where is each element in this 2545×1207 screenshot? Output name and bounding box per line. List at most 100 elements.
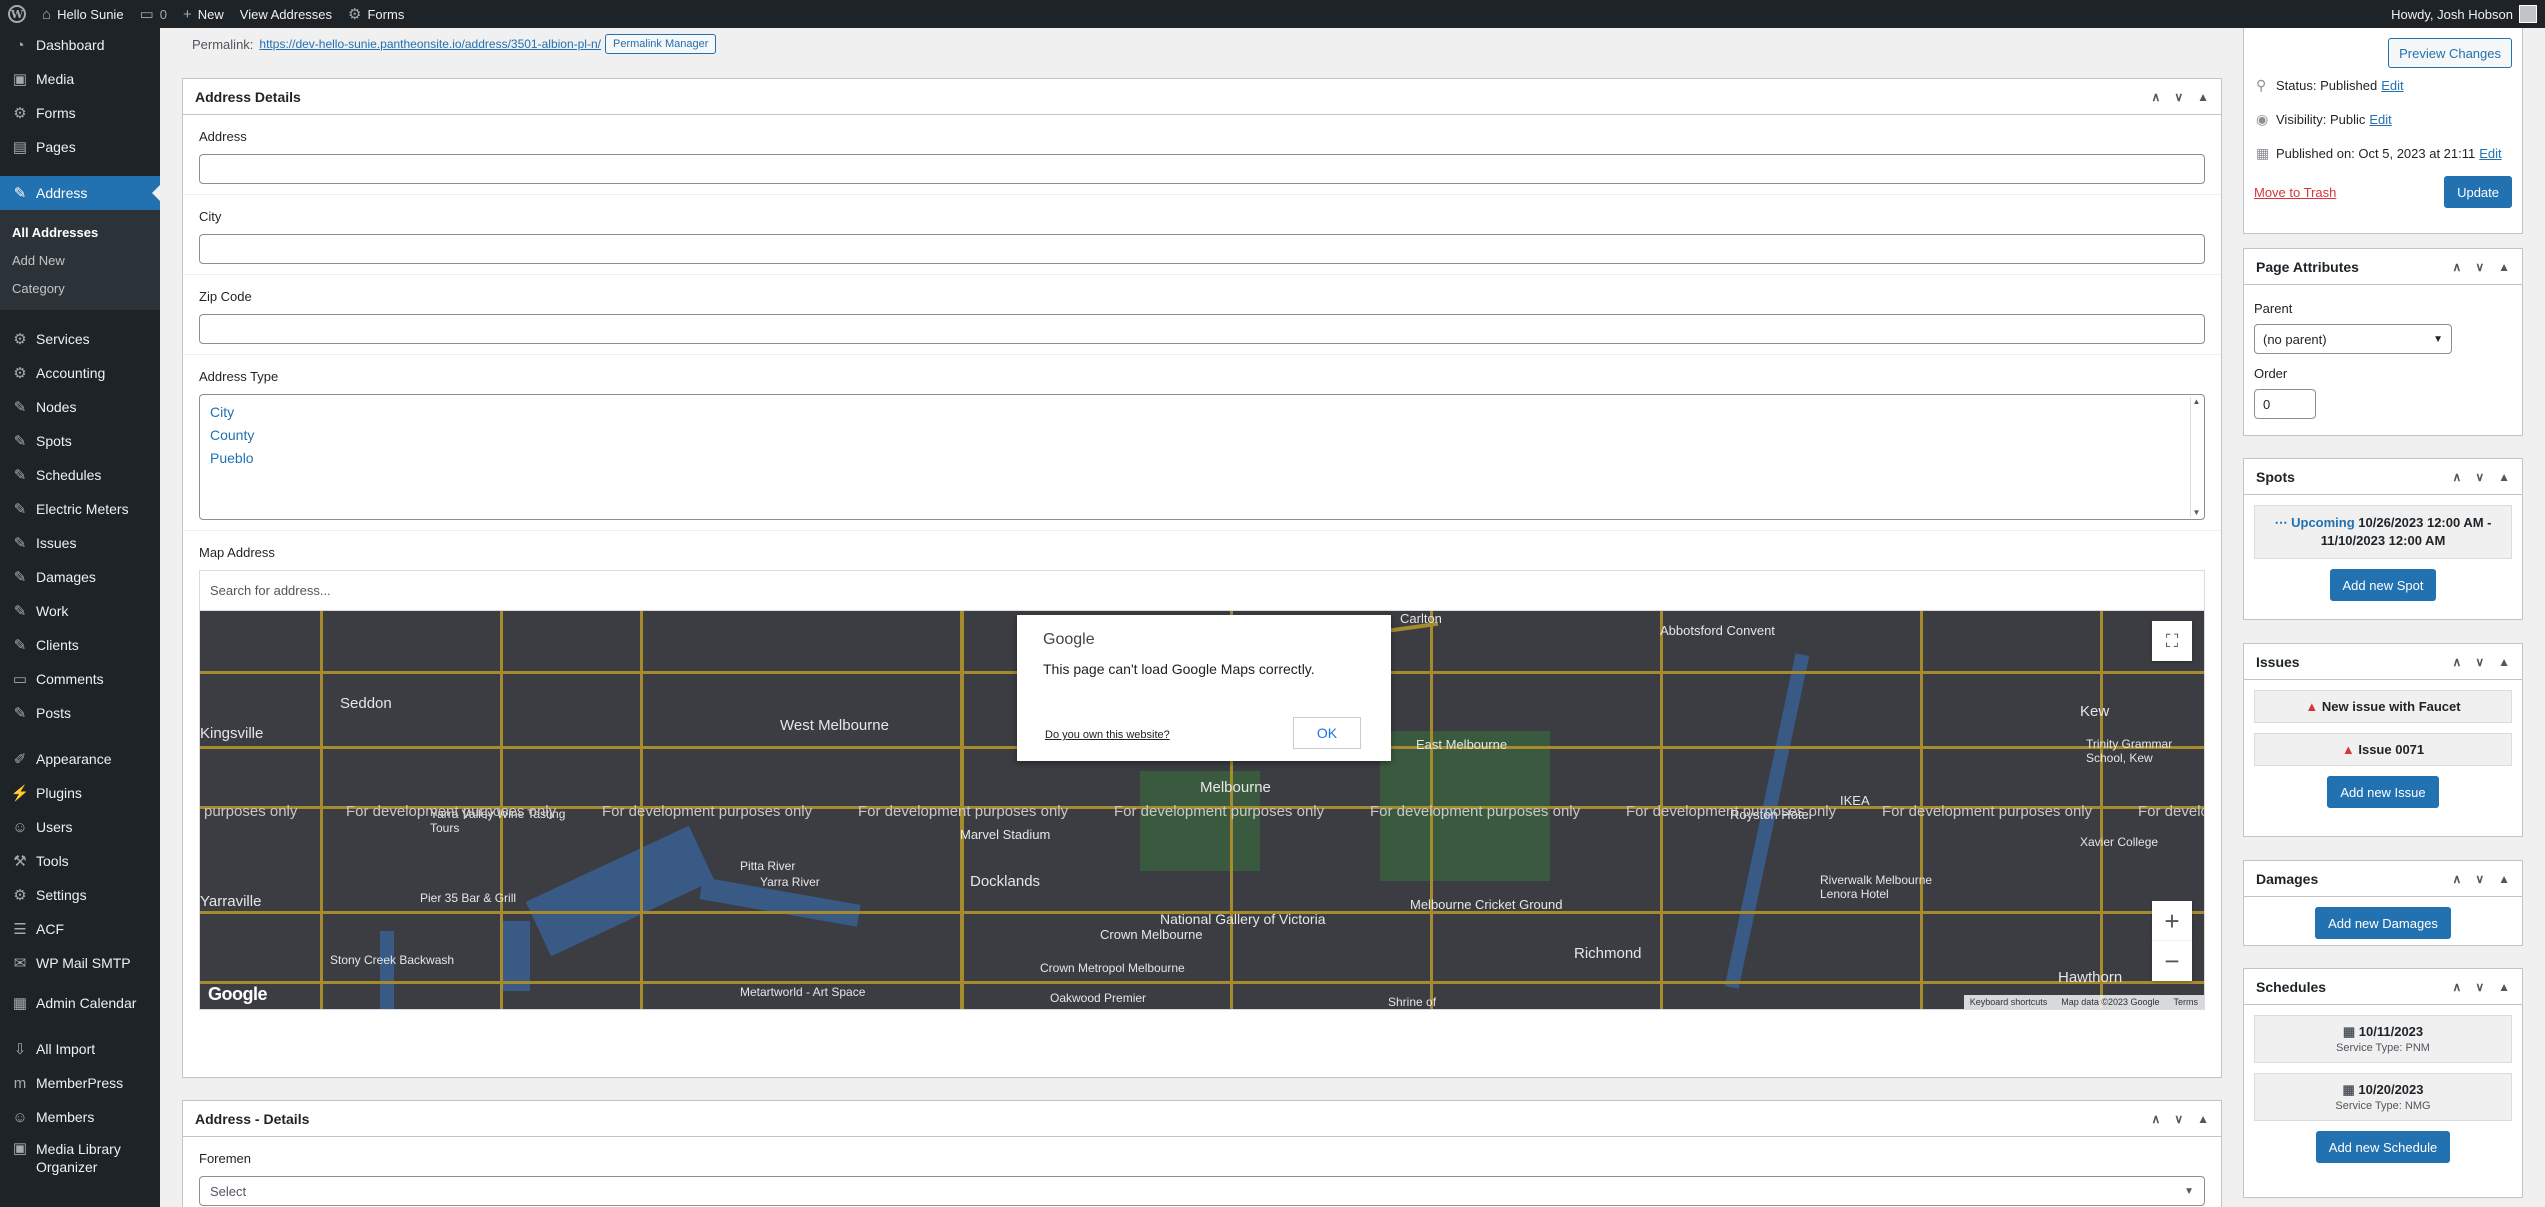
sidebar-item-damages[interactable]: ✎ Damages [0, 560, 160, 594]
sidebar-item-clients[interactable]: ✎ Clients [0, 628, 160, 662]
forms-link[interactable]: ⚙ Forms [340, 0, 412, 28]
sidebar-item-dashboard[interactable]: ◔ Dashboard [0, 28, 160, 62]
edit-status-link[interactable]: Edit [2381, 78, 2403, 93]
sidebar-item-media[interactable]: ▣ Media [0, 62, 160, 96]
address-input[interactable] [199, 154, 2205, 184]
sidebar-item-label: Issues [36, 535, 77, 551]
mail-icon: ✉ [13, 955, 27, 972]
view-addresses-link[interactable]: View Addresses [232, 0, 340, 28]
submenu-item-all-addresses[interactable]: All Addresses [0, 218, 160, 246]
sidebar-item-admin-calendar[interactable]: ▦ Admin Calendar [0, 986, 160, 1020]
move-to-trash-link[interactable]: Move to Trash [2254, 185, 2336, 200]
move-down-icon[interactable]: ∨ [2475, 470, 2484, 484]
zoom-out-button[interactable]: − [2152, 941, 2192, 981]
collapse-icon[interactable]: ▲ [2498, 655, 2510, 669]
move-down-icon[interactable]: ∨ [2475, 872, 2484, 886]
move-down-icon[interactable]: ∨ [2174, 90, 2183, 104]
address-type-listbox[interactable]: City County Pueblo ▲ ▼ [199, 394, 2205, 520]
wordpress-logo-button[interactable]: W [0, 0, 34, 28]
move-down-icon[interactable]: ∨ [2174, 1112, 2183, 1126]
schedule-card[interactable]: ▦ 10/11/2023 Service Type: PNM [2254, 1015, 2512, 1063]
sidebar-item-wp-mail-smtp[interactable]: ✉ WP Mail SMTP [0, 946, 160, 980]
site-name-link[interactable]: ⌂ Hello Sunie [34, 0, 132, 28]
account-menu[interactable]: Howdy, Josh Hobson [2383, 0, 2545, 28]
collapse-icon[interactable]: ▲ [2197, 1112, 2209, 1126]
preview-changes-button[interactable]: Preview Changes [2388, 38, 2512, 68]
add-issue-button[interactable]: Add new Issue [2327, 776, 2439, 808]
sidebar-item-posts[interactable]: ✎ Posts [0, 696, 160, 730]
keyboard-shortcuts-link[interactable]: Keyboard shortcuts [1970, 997, 2048, 1007]
gear-icon: ⚙ [13, 331, 27, 348]
parent-select[interactable]: (no parent) ▼ [2254, 324, 2452, 354]
move-up-icon[interactable]: ∧ [2453, 655, 2462, 669]
sidebar-item-schedules[interactable]: ✎ Schedules [0, 458, 160, 492]
own-website-link[interactable]: Do you own this website? [1045, 729, 1170, 741]
spot-card[interactable]: ⋯ Upcoming 10/26/2023 12:00 AM - 11/10/2… [2254, 505, 2512, 559]
map-search-input[interactable]: Search for address... [199, 570, 2205, 610]
address-type-option[interactable]: Pueblo [210, 447, 2194, 470]
add-spot-button[interactable]: Add new Spot [2329, 569, 2437, 601]
listbox-scrollbar[interactable]: ▲ ▼ [2190, 397, 2202, 517]
terms-link[interactable]: Terms [2174, 997, 2199, 1007]
sidebar-item-accounting[interactable]: ⚙ Accounting [0, 356, 160, 390]
add-schedule-button[interactable]: Add new Schedule [2315, 1131, 2451, 1163]
move-down-icon[interactable]: ∨ [2475, 655, 2484, 669]
sidebar-item-media-library-organizer[interactable]: ▣ Media Library Organizer [0, 1134, 160, 1178]
city-input[interactable] [199, 234, 2205, 264]
fullscreen-icon[interactable]: ⛶ [2152, 621, 2192, 661]
move-down-icon[interactable]: ∨ [2475, 980, 2484, 994]
collapse-icon[interactable]: ▲ [2498, 872, 2510, 886]
sidebar-item-pages[interactable]: ▤ Pages [0, 130, 160, 164]
collapse-icon[interactable]: ▲ [2498, 260, 2510, 274]
edit-date-link[interactable]: Edit [2479, 146, 2501, 161]
sidebar-item-issues[interactable]: ✎ Issues [0, 526, 160, 560]
collapse-icon[interactable]: ▲ [2498, 470, 2510, 484]
address-type-option[interactable]: County [210, 424, 2194, 447]
new-content-link[interactable]: + New [175, 0, 232, 28]
comments-link[interactable]: ▭ 0 [132, 0, 175, 28]
foremen-select[interactable]: Select ▼ [199, 1176, 2205, 1206]
issue-card[interactable]: ▲ Issue 0071 [2254, 733, 2512, 766]
sidebar-item-spots[interactable]: ✎ Spots [0, 424, 160, 458]
sidebar-item-acf[interactable]: ☰ ACF [0, 912, 160, 946]
permalink-url-link[interactable]: https://dev-hello-sunie.pantheonsite.io/… [259, 37, 601, 51]
zoom-in-button[interactable]: + [2152, 901, 2192, 941]
order-input[interactable]: 0 [2254, 389, 2316, 419]
move-down-icon[interactable]: ∨ [2475, 260, 2484, 274]
sidebar-item-tools[interactable]: ⚒ Tools [0, 844, 160, 878]
sidebar-item-forms[interactable]: ⚙ Forms [0, 96, 160, 130]
sidebar-item-all-import[interactable]: ⇩ All Import [0, 1032, 160, 1066]
address-type-option[interactable]: City [210, 401, 2194, 424]
sidebar-item-memberpress[interactable]: m MemberPress [0, 1066, 160, 1100]
move-up-icon[interactable]: ∧ [2453, 470, 2462, 484]
submenu-item-add-new[interactable]: Add New [0, 246, 160, 274]
schedule-card[interactable]: ▦ 10/20/2023 Service Type: NMG [2254, 1073, 2512, 1121]
move-up-icon[interactable]: ∧ [2152, 90, 2161, 104]
sidebar-item-nodes[interactable]: ✎ Nodes [0, 390, 160, 424]
update-button[interactable]: Update [2444, 176, 2512, 208]
submenu-item-category[interactable]: Category [0, 274, 160, 302]
move-up-icon[interactable]: ∧ [2453, 980, 2462, 994]
collapse-icon[interactable]: ▲ [2197, 90, 2209, 104]
sidebar-item-address[interactable]: ✎ Address [0, 176, 160, 210]
sidebar-item-plugins[interactable]: ⚡ Plugins [0, 776, 160, 810]
sidebar-item-appearance[interactable]: ✐ Appearance [0, 742, 160, 776]
map-ok-button[interactable]: OK [1293, 717, 1361, 749]
sidebar-item-comments[interactable]: ▭ Comments [0, 662, 160, 696]
sidebar-item-work[interactable]: ✎ Work [0, 594, 160, 628]
sidebar-item-services[interactable]: ⚙ Services [0, 322, 160, 356]
zip-input[interactable] [199, 314, 2205, 344]
issue-card[interactable]: ▲ New issue with Faucet [2254, 690, 2512, 723]
sidebar-item-electric-meters[interactable]: ✎ Electric Meters [0, 492, 160, 526]
sidebar-item-settings[interactable]: ⚙ Settings [0, 878, 160, 912]
add-damages-button[interactable]: Add new Damages [2315, 907, 2451, 939]
permalink-manager-button[interactable]: Permalink Manager [604, 34, 717, 54]
sidebar-item-members[interactable]: ☺ Members [0, 1100, 160, 1134]
move-up-icon[interactable]: ∧ [2453, 260, 2462, 274]
sidebar-item-users[interactable]: ☺ Users [0, 810, 160, 844]
edit-visibility-link[interactable]: Edit [2369, 112, 2391, 127]
google-map[interactable]: Seddon West Melbourne Kingsville Yarravi… [199, 610, 2205, 1010]
move-up-icon[interactable]: ∧ [2152, 1112, 2161, 1126]
collapse-icon[interactable]: ▲ [2498, 980, 2510, 994]
move-up-icon[interactable]: ∧ [2453, 872, 2462, 886]
